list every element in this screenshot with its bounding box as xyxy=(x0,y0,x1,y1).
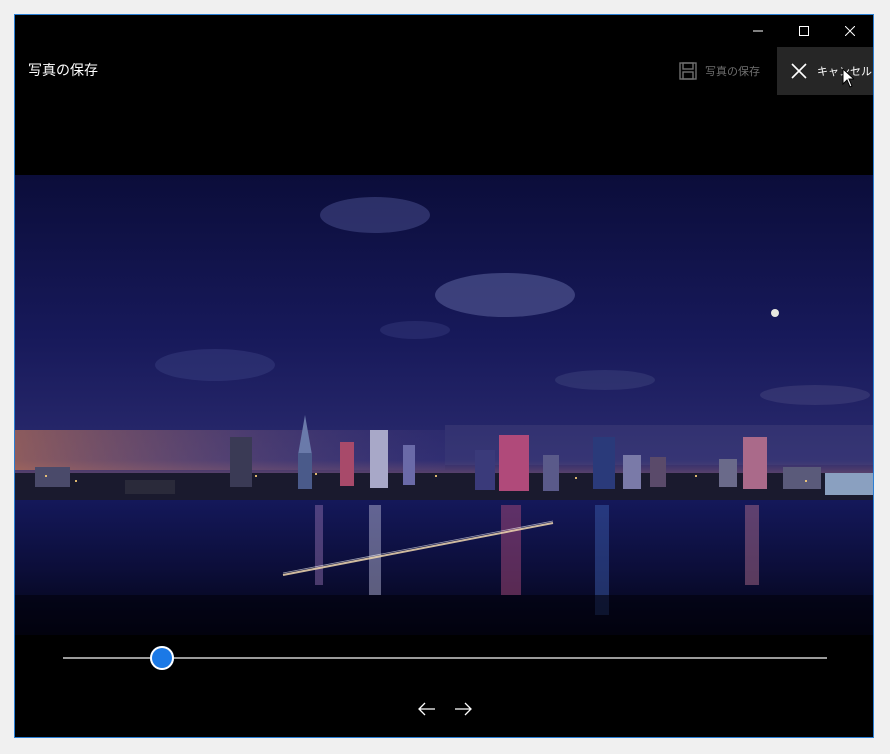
save-photo-label: 写真の保存 xyxy=(705,65,760,78)
maximize-button[interactable] xyxy=(781,15,827,47)
slider-thumb[interactable] xyxy=(150,646,175,670)
photo-preview xyxy=(15,175,873,635)
previous-button[interactable] xyxy=(413,697,441,721)
app-window: 写真の保存 写真の保存 キャンセル xyxy=(14,14,874,738)
slider-track xyxy=(63,657,827,659)
save-icon xyxy=(679,62,697,80)
next-button[interactable] xyxy=(449,697,477,721)
maximize-icon xyxy=(799,26,809,36)
night-skyline-image xyxy=(15,175,873,635)
previous-arrow-icon xyxy=(418,702,435,716)
trim-slider[interactable] xyxy=(63,646,827,675)
minimize-button[interactable] xyxy=(735,15,781,47)
close-icon xyxy=(791,63,807,79)
mouse-cursor-icon xyxy=(842,68,854,88)
minimize-icon xyxy=(753,30,763,32)
page-title: 写真の保存 xyxy=(28,63,98,79)
close-button[interactable] xyxy=(827,15,873,47)
cancel-button[interactable]: キャンセル xyxy=(777,47,873,95)
close-icon xyxy=(845,26,855,36)
save-photo-button[interactable]: 写真の保存 xyxy=(675,47,775,95)
next-arrow-icon xyxy=(455,702,472,716)
